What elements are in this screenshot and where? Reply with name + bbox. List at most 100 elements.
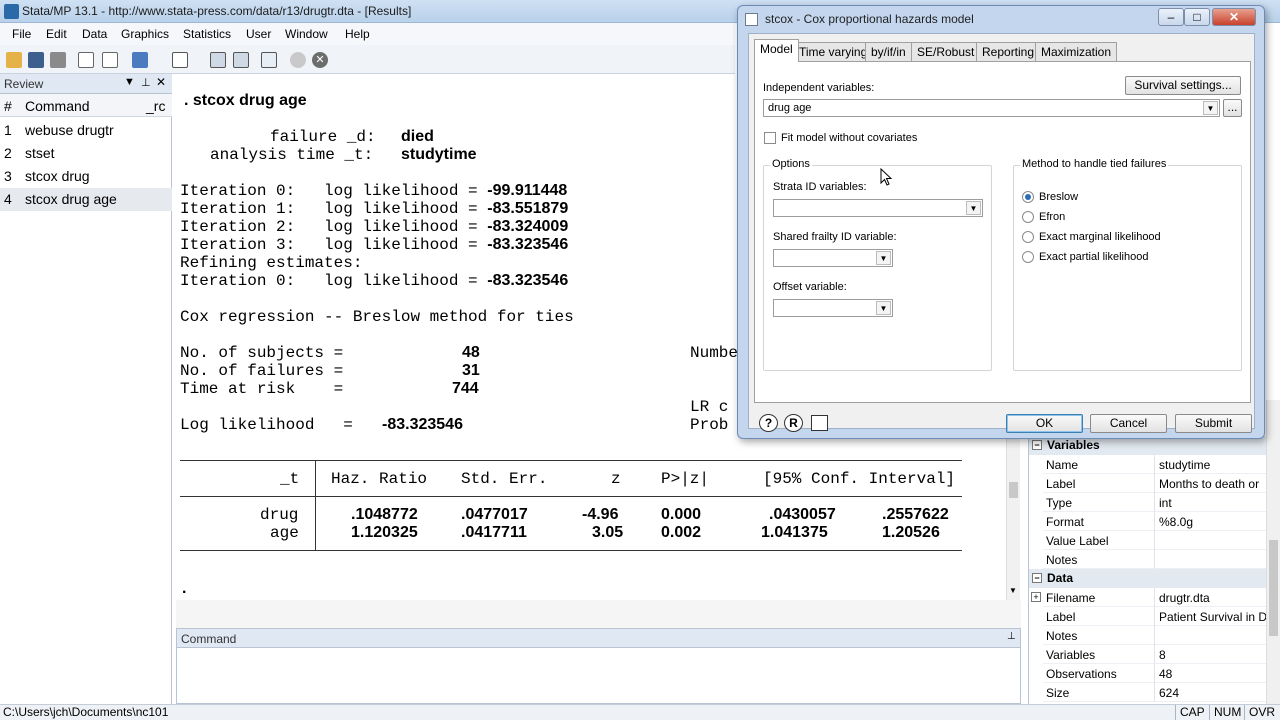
review-row-command: webuse drugtr	[25, 122, 114, 138]
property-key: Label	[1046, 477, 1076, 491]
ties-method-title: Method to handle tied failures	[1020, 158, 1169, 170]
offset-label: Offset variable:	[773, 281, 847, 293]
cancel-button[interactable]: Cancel	[1090, 414, 1167, 433]
chevron-down-icon[interactable]: ▼	[1203, 101, 1218, 115]
property-row[interactable]: Label Months to death or	[1043, 474, 1269, 493]
independent-variables-label: Independent variables:	[763, 82, 875, 94]
chevron-down-icon[interactable]: ▼	[876, 301, 891, 315]
exact-partial-radio[interactable]	[1022, 251, 1034, 263]
property-value: studytime	[1159, 458, 1211, 472]
print-icon[interactable]	[50, 52, 66, 68]
independent-variables-input[interactable]: drug age ▼	[763, 99, 1220, 117]
breslow-radio[interactable]	[1022, 191, 1034, 203]
property-row[interactable]: Observations 48	[1043, 664, 1269, 683]
tab-se-robust[interactable]: SE/Robust	[911, 42, 981, 61]
menu-data[interactable]: Data	[82, 27, 107, 41]
fit-without-covariates-checkbox[interactable]	[764, 132, 776, 144]
property-row[interactable]: Format %8.0g	[1043, 512, 1269, 531]
menu-user[interactable]: User	[246, 27, 271, 41]
table-head-t: _t	[280, 470, 300, 488]
save-icon[interactable]	[28, 52, 44, 68]
frailty-label: Shared frailty ID variable:	[773, 231, 897, 243]
property-value: %8.0g	[1159, 515, 1194, 529]
menu-statistics[interactable]: Statistics	[183, 27, 231, 41]
copy-command-icon[interactable]	[811, 415, 828, 431]
pin-icon[interactable]: ⊥	[141, 76, 151, 89]
close-button[interactable]: ✕	[1212, 8, 1256, 26]
more-icon[interactable]	[290, 52, 306, 68]
property-row[interactable]: Type int	[1043, 493, 1269, 512]
property-row[interactable]: Label Patient Survival in D	[1043, 607, 1269, 626]
table-head-ci: [95% Conf. Interval]	[763, 470, 956, 488]
subjects-label: No. of subjects =	[180, 344, 344, 362]
break-icon[interactable]: ✕	[312, 52, 328, 68]
chevron-down-icon[interactable]: ▼	[966, 201, 981, 215]
properties-scrollbar[interactable]	[1266, 400, 1280, 704]
col-rc[interactable]: _rc	[146, 98, 165, 114]
data-editor-icon[interactable]	[210, 52, 226, 68]
reset-icon[interactable]: R	[784, 414, 803, 432]
review-row-selected[interactable]: 4 stcox drug age	[0, 188, 172, 211]
graph-icon[interactable]	[132, 52, 148, 68]
help-icon[interactable]: ?	[759, 414, 778, 432]
open-icon[interactable]	[6, 52, 22, 68]
tab-model[interactable]: Model	[754, 39, 799, 62]
maximize-button[interactable]: □	[1184, 8, 1210, 26]
chevron-down-icon[interactable]: ▼	[876, 251, 891, 265]
property-row[interactable]: + Filename drugtr.dta	[1031, 588, 1269, 607]
pin-icon[interactable]: ⊥	[1007, 631, 1016, 642]
menu-help[interactable]: Help	[345, 27, 370, 41]
scrollbar-thumb[interactable]	[1009, 482, 1018, 498]
collapse-icon[interactable]: −	[1032, 573, 1042, 583]
tab-reporting[interactable]: Reporting	[976, 42, 1041, 61]
expand-icon[interactable]: +	[1031, 592, 1041, 602]
data-browser-icon[interactable]	[233, 52, 249, 68]
independent-variables-value: drug age	[768, 102, 812, 114]
col-number[interactable]: #	[4, 98, 12, 114]
viewer-icon[interactable]	[102, 52, 118, 68]
scroll-down-icon[interactable]: ▼	[1009, 586, 1017, 595]
minimize-button[interactable]: –	[1158, 8, 1184, 26]
property-row[interactable]: Size 624	[1043, 683, 1269, 702]
menu-graphics[interactable]: Graphics	[121, 27, 169, 41]
close-icon[interactable]: ✕	[156, 75, 166, 89]
ok-button[interactable]: OK	[1006, 414, 1083, 433]
review-row[interactable]: 1 webuse drugtr	[0, 119, 172, 142]
log-icon[interactable]	[78, 52, 94, 68]
exact-marginal-radio[interactable]	[1022, 231, 1034, 243]
table-row-name: drug	[260, 506, 299, 524]
review-row[interactable]: 3 stcox drug	[0, 165, 172, 188]
frailty-combo[interactable]: ▼	[773, 249, 893, 267]
strata-combo[interactable]: ▼	[773, 199, 983, 217]
command-input[interactable]	[176, 648, 1021, 704]
tab-by-if-in[interactable]: by/if/in	[865, 42, 912, 61]
menu-edit[interactable]: Edit	[46, 27, 67, 41]
property-row[interactable]: Value Label	[1043, 531, 1269, 550]
toolbar: ✕	[0, 45, 735, 74]
tab-time-varying[interactable]: Time varying	[793, 42, 874, 61]
tab-maximization[interactable]: Maximization	[1035, 42, 1118, 61]
collapse-icon[interactable]: −	[1032, 440, 1042, 450]
filter-icon[interactable]: ▼	[124, 76, 135, 88]
scrollbar-thumb[interactable]	[1269, 540, 1278, 636]
property-row[interactable]: Notes	[1043, 626, 1269, 645]
review-row[interactable]: 2 stset	[0, 142, 172, 165]
property-row[interactable]: Variables 8	[1043, 645, 1269, 664]
variable-browse-button[interactable]: ...	[1223, 99, 1242, 117]
command-title: Command	[181, 632, 237, 646]
variables-manager-icon[interactable]	[261, 52, 277, 68]
data-section-header[interactable]: − Data	[1029, 569, 1269, 588]
efron-radio[interactable]	[1022, 211, 1034, 223]
table-row-name: age	[270, 524, 299, 542]
menu-file[interactable]: File	[12, 27, 31, 41]
offset-combo[interactable]: ▼	[773, 299, 893, 317]
submit-button[interactable]: Submit	[1175, 414, 1252, 433]
col-command[interactable]: Command	[25, 98, 90, 114]
window-title: Stata/MP 13.1 - http://www.stata-press.c…	[22, 4, 412, 18]
survival-settings-button[interactable]: Survival settings...	[1125, 76, 1241, 95]
property-key: Format	[1046, 515, 1085, 529]
menu-window[interactable]: Window	[285, 27, 328, 41]
property-row[interactable]: Notes	[1043, 550, 1269, 569]
property-row[interactable]: Name studytime	[1043, 455, 1269, 474]
do-file-editor-icon[interactable]	[172, 52, 188, 68]
